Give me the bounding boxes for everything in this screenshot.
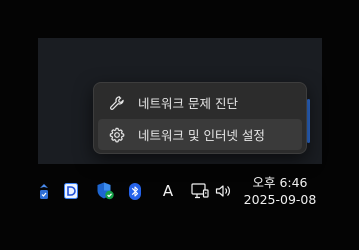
desktop-screen: 네트워크 문제 진단 네트워크 및 인터넷 설정 A 오후 6:46 2025-… [0,0,359,250]
menu-item-diagnose-network[interactable]: 네트워크 문제 진단 [98,87,302,118]
volume-icon[interactable] [214,182,232,200]
input-language-indicator[interactable]: A [160,180,176,202]
taskbar-clock[interactable]: 오후 6:46 2025-09-08 [243,174,317,210]
scrollbar-accent[interactable] [307,99,310,143]
gear-icon [108,126,126,144]
shield-update-icon[interactable] [37,182,51,202]
bluetooth-icon[interactable] [128,182,142,200]
menu-item-label: 네트워크 문제 진단 [138,96,238,111]
menu-item-label: 네트워크 및 인터넷 설정 [138,128,265,143]
clock-date: 2025-09-08 [243,192,317,207]
app-d-icon[interactable] [64,182,78,200]
network-context-menu: 네트워크 문제 진단 네트워크 및 인터넷 설정 [93,82,307,154]
network-icon[interactable] [190,181,210,201]
windows-security-icon[interactable] [95,181,115,201]
clock-time: 오후 6:46 [252,175,308,190]
menu-item-network-settings[interactable]: 네트워크 및 인터넷 설정 [98,119,302,150]
wrench-icon [108,94,126,112]
